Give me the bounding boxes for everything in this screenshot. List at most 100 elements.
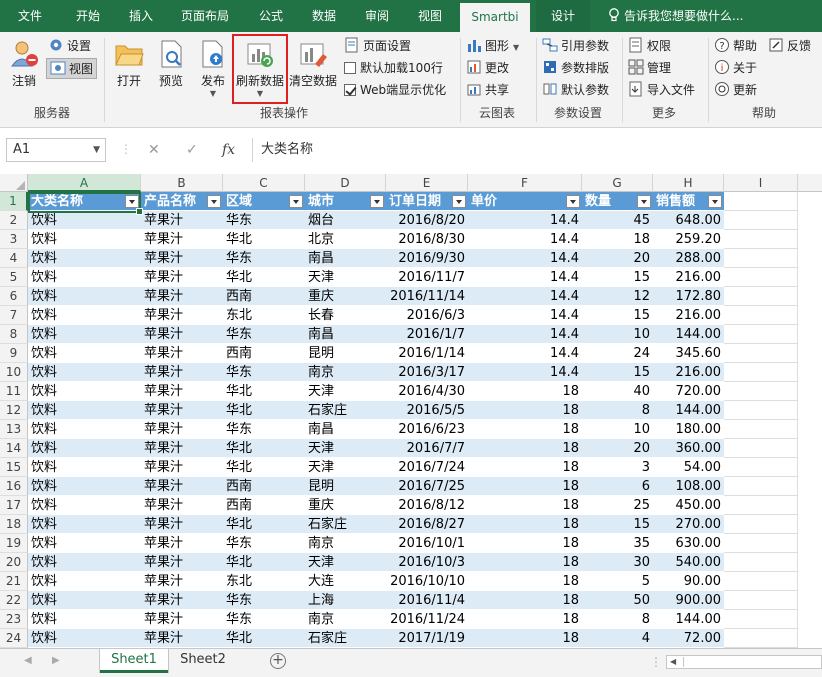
table-cell[interactable]: 14.4: [468, 325, 582, 344]
clear-data-button[interactable]: 清空数据: [288, 34, 338, 89]
preview-button[interactable]: 预览: [152, 34, 190, 89]
table-cell[interactable]: 天津: [305, 268, 386, 287]
filter-dropdown-icon[interactable]: [566, 195, 580, 208]
table-cell[interactable]: 南京: [305, 610, 386, 629]
empty-cell[interactable]: [724, 439, 798, 458]
table-header-cell[interactable]: 产品名称: [141, 192, 223, 211]
table-cell[interactable]: 15: [582, 306, 653, 325]
table-cell[interactable]: 50: [582, 591, 653, 610]
table-cell[interactable]: 苹果汁: [141, 230, 223, 249]
table-cell[interactable]: 饮料: [28, 515, 141, 534]
empty-cell[interactable]: [724, 382, 798, 401]
table-cell[interactable]: 大连: [305, 572, 386, 591]
table-cell[interactable]: 苹果汁: [141, 363, 223, 382]
empty-cell[interactable]: [724, 553, 798, 572]
table-cell[interactable]: 2016/8/20: [386, 211, 468, 230]
table-cell[interactable]: 昆明: [305, 477, 386, 496]
table-cell[interactable]: 南昌: [305, 325, 386, 344]
row-header[interactable]: 18: [0, 515, 28, 534]
tab-review[interactable]: 审阅: [354, 0, 400, 32]
table-cell[interactable]: 90.00: [653, 572, 724, 591]
table-cell[interactable]: 2016/1/14: [386, 344, 468, 363]
tab-data[interactable]: 数据: [300, 0, 348, 32]
table-cell[interactable]: 饮料: [28, 249, 141, 268]
table-cell[interactable]: 苹果汁: [141, 458, 223, 477]
column-header-f[interactable]: F: [468, 174, 582, 192]
table-cell[interactable]: 270.00: [653, 515, 724, 534]
empty-cell[interactable]: [724, 230, 798, 249]
table-cell[interactable]: 华东: [223, 534, 305, 553]
split-handle-icon[interactable]: ⋮: [650, 655, 662, 669]
table-header-cell[interactable]: 单价: [468, 192, 582, 211]
empty-cell[interactable]: [724, 420, 798, 439]
empty-cell[interactable]: [724, 591, 798, 610]
table-cell[interactable]: 华北: [223, 401, 305, 420]
table-cell[interactable]: 饮料: [28, 268, 141, 287]
table-cell[interactable]: 北京: [305, 230, 386, 249]
empty-cell[interactable]: [724, 325, 798, 344]
table-cell[interactable]: 2016/5/5: [386, 401, 468, 420]
empty-cell[interactable]: [724, 629, 798, 648]
table-cell[interactable]: 2016/7/24: [386, 458, 468, 477]
table-cell[interactable]: 苹果汁: [141, 629, 223, 648]
table-cell[interactable]: 饮料: [28, 230, 141, 249]
import-file-button[interactable]: 导入文件: [628, 80, 695, 100]
row-header[interactable]: 17: [0, 496, 28, 515]
row-header[interactable]: 8: [0, 325, 28, 344]
table-cell[interactable]: 苹果汁: [141, 610, 223, 629]
table-cell[interactable]: 苹果汁: [141, 401, 223, 420]
empty-cell[interactable]: [724, 268, 798, 287]
default-load-checkbox[interactable]: 默认加载100行: [344, 58, 443, 78]
table-cell[interactable]: 18: [468, 610, 582, 629]
add-sheet-icon[interactable]: +: [270, 653, 286, 669]
table-cell[interactable]: 14.4: [468, 287, 582, 306]
column-header-i[interactable]: I: [724, 174, 798, 192]
manage-button[interactable]: 管理: [628, 58, 671, 78]
table-cell[interactable]: 饮料: [28, 420, 141, 439]
web-optimize-checkbox[interactable]: Web端显示优化: [344, 80, 446, 100]
table-cell[interactable]: 14.4: [468, 306, 582, 325]
table-cell[interactable]: 华东: [223, 610, 305, 629]
table-cell[interactable]: 华北: [223, 268, 305, 287]
table-cell[interactable]: 南京: [305, 534, 386, 553]
table-header-cell[interactable]: 数量: [582, 192, 653, 211]
filter-dropdown-icon[interactable]: [370, 195, 384, 208]
table-cell[interactable]: 天津: [305, 382, 386, 401]
empty-cell[interactable]: [724, 496, 798, 515]
table-cell[interactable]: 重庆: [305, 496, 386, 515]
table-cell[interactable]: 2016/10/3: [386, 553, 468, 572]
table-cell[interactable]: 饮料: [28, 401, 141, 420]
cancel-icon[interactable]: ✕: [148, 138, 160, 162]
table-cell[interactable]: 360.00: [653, 439, 724, 458]
params-layout-button[interactable]: 参数排版: [542, 58, 609, 78]
row-header[interactable]: 9: [0, 344, 28, 363]
table-cell[interactable]: 华东: [223, 420, 305, 439]
chevron-down-icon[interactable]: ▼: [93, 139, 100, 161]
row-header[interactable]: 16: [0, 477, 28, 496]
filter-dropdown-icon[interactable]: [708, 195, 722, 208]
table-cell[interactable]: 900.00: [653, 591, 724, 610]
table-header-cell[interactable]: 大类名称: [28, 192, 141, 211]
scrollbar-thumb[interactable]: [683, 657, 803, 667]
table-cell[interactable]: 苹果汁: [141, 249, 223, 268]
table-cell[interactable]: 8: [582, 610, 653, 629]
table-cell[interactable]: 饮料: [28, 458, 141, 477]
table-cell[interactable]: 15: [582, 515, 653, 534]
column-header-b[interactable]: B: [141, 174, 223, 192]
table-cell[interactable]: 30: [582, 553, 653, 572]
table-cell[interactable]: 南昌: [305, 420, 386, 439]
tab-home[interactable]: 开始: [62, 0, 114, 32]
table-cell[interactable]: 饮料: [28, 629, 141, 648]
table-cell[interactable]: 2016/7/7: [386, 439, 468, 458]
table-cell[interactable]: 华北: [223, 439, 305, 458]
table-cell[interactable]: 345.60: [653, 344, 724, 363]
table-cell[interactable]: 18: [468, 496, 582, 515]
table-cell[interactable]: 饮料: [28, 211, 141, 230]
column-header-d[interactable]: D: [305, 174, 386, 192]
table-cell[interactable]: 40: [582, 382, 653, 401]
table-cell[interactable]: 14.4: [468, 363, 582, 382]
row-header[interactable]: 3: [0, 230, 28, 249]
table-cell[interactable]: 天津: [305, 553, 386, 572]
table-cell[interactable]: 18: [468, 629, 582, 648]
chart-button[interactable]: 图形 ▼: [466, 36, 519, 56]
